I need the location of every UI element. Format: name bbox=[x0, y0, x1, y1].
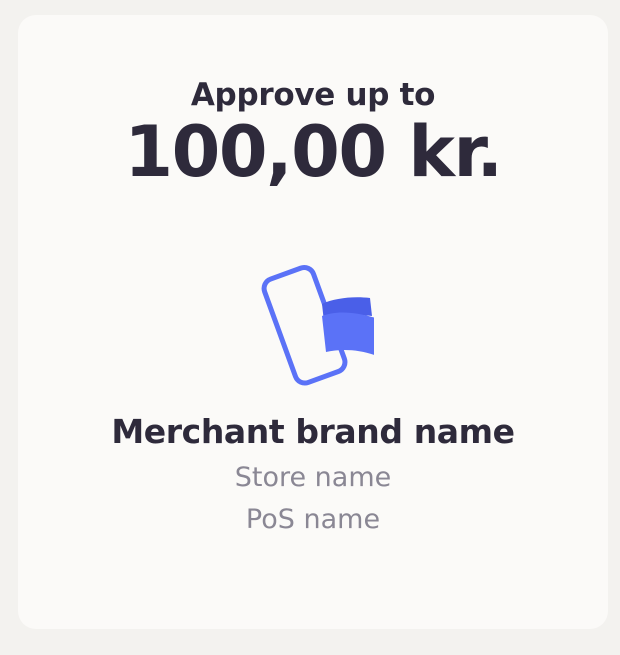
merchant-brand-name: Merchant brand name bbox=[111, 412, 515, 451]
approval-amount: 100,00 kr. bbox=[124, 111, 503, 193]
phone-with-cards-icon bbox=[261, 265, 374, 386]
pos-name: PoS name bbox=[245, 504, 381, 535]
store-name: Store name bbox=[234, 462, 392, 493]
approval-card: Approve up to 100,00 kr. Merchant brand … bbox=[18, 15, 608, 629]
